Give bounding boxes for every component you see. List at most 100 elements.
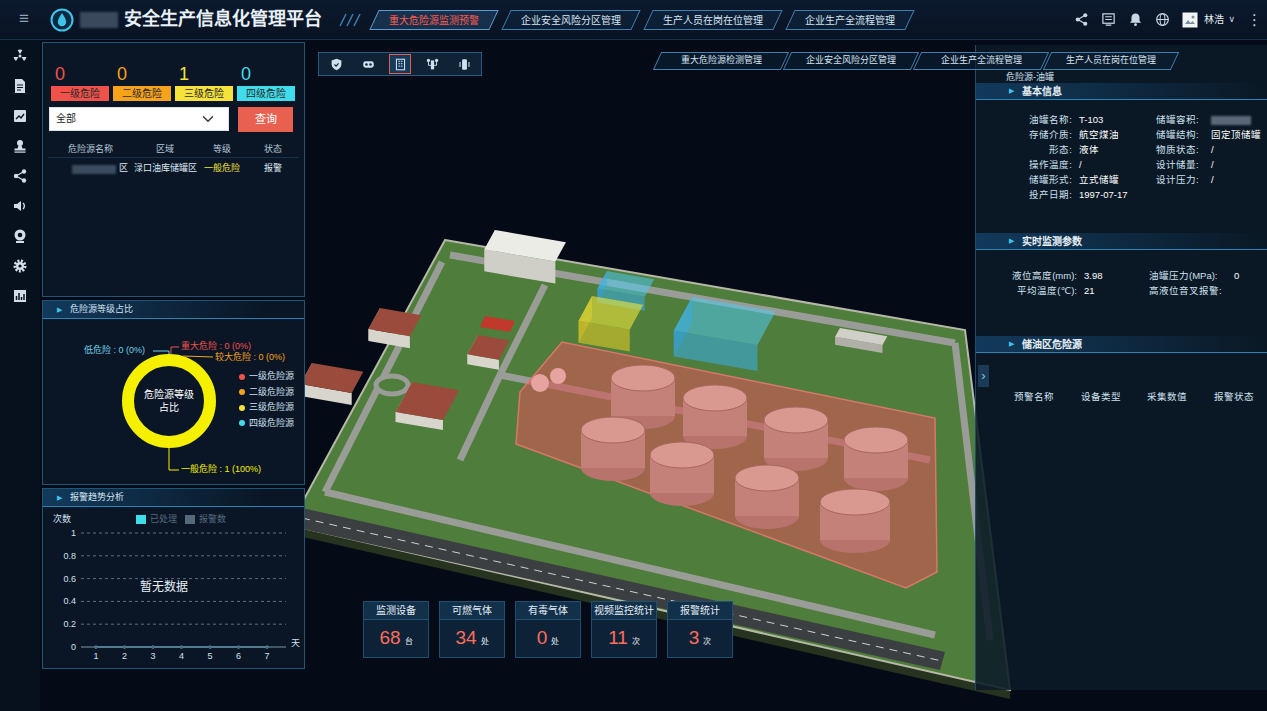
top-bar: ≡安全生产信息化管理平台重大危险源监测预警企业安全风险分区管理生产人员在岗在位管… [0,0,1267,40]
section-title: 实时监测参数 [1022,235,1082,248]
panel-header: ▶报警趋势分析 [43,489,304,507]
nav-tab[interactable]: 重大危险源监测预警 [369,10,498,30]
camera-icon[interactable] [362,58,375,71]
stat-value: 11 [608,627,628,648]
field-value: / [1211,159,1214,170]
field-value-cell: / [1208,157,1267,172]
radiation-icon[interactable] [12,48,28,64]
nav-tab-label[interactable]: 重大危险源监测预警 [389,13,479,26]
toolbar-button[interactable] [325,54,347,74]
stat-box: 有毒气体0处 [515,601,581,658]
bell-icon[interactable] [1128,12,1143,27]
field-label: 储罐结构: [1156,127,1208,142]
x-tick: 5 [202,650,218,662]
callout-line [153,351,169,354]
risk-count: 0一级危险 [51,63,109,101]
column-header: 预警名称 [1001,391,1068,403]
nav-tab-label[interactable]: 生产人员在岗在位管理 [663,13,763,26]
y-tick: 0.2 [43,618,76,630]
shield-icon[interactable] [330,58,343,71]
gear-icon[interactable] [12,258,28,274]
sub-tab[interactable]: 生产人员在岗在位管理 [1043,52,1179,70]
sub-tab-label[interactable]: 重大危险源检测管理 [681,55,762,67]
field-label: 存储介质: [976,127,1076,142]
donut-segment [128,360,210,442]
section-marker: ▶ [57,493,62,502]
y-axis-label: 次数 [53,513,71,525]
legend-item[interactable]: 三级危险源 [239,402,294,413]
field-value-cell: T-103 [1076,112,1156,127]
sub-tab-label[interactable]: 企业安全风险分区管理 [806,55,896,67]
user-menu-caret[interactable]: ∨ [1228,14,1235,26]
risk-table-row[interactable]: 区渌口油库储罐区一般危险报警 [48,158,299,180]
risk-count-number: 0 [51,63,109,85]
more-menu[interactable]: ⋮ [1247,10,1261,30]
section-marker: ▶ [1009,339,1014,348]
sub-tab[interactable]: 企业安全风险分区管理 [783,52,919,70]
building-icon[interactable] [394,58,407,71]
field-value [1231,283,1267,298]
nav-tab[interactable]: 企业安全风险分区管理 [501,10,640,30]
sub-tab[interactable]: 重大危险源检测管理 [653,52,789,70]
sub-tab[interactable]: 企业生产全流程管理 [913,52,1049,70]
nav-tab-label[interactable]: 企业安全风险分区管理 [521,13,621,26]
nav-tab[interactable]: 生产人员在岗在位管理 [643,10,782,30]
field-value-cell: / [1076,157,1156,172]
sub-tab-label[interactable]: 生产人员在岗在位管理 [1066,55,1156,67]
webcam-icon[interactable] [12,228,28,244]
hazard-section: ▶储油区危险源预警名称设备类型采集数值报警状态 [976,336,1267,403]
column-header: 区域 [132,144,198,156]
document-icon[interactable] [12,78,28,94]
share-icon[interactable] [12,168,28,184]
legend-item[interactable]: 四级危险源 [239,418,294,429]
stat-box: 可燃气体34处 [439,601,505,658]
field-value-cell: 1997-07-17 [1076,187,1156,202]
stat-value-area: 34处 [439,620,505,658]
field-value: 1997-07-17 [1079,189,1128,200]
legend-item[interactable]: 报警数 [185,514,226,526]
field-value-cell: 固定顶储罐 [1208,127,1267,142]
toolbar-button[interactable] [453,54,475,74]
field-value-cell: 航空煤油 [1076,127,1156,142]
query-button[interactable]: 查询 [238,107,293,132]
avatar-icon[interactable] [1182,12,1198,28]
data-point [180,646,183,649]
series-line [96,646,267,648]
callout-label: 重大危险 : 0 (0%) [181,341,251,352]
share-icon[interactable] [1074,12,1089,27]
window-icon[interactable] [1101,12,1116,27]
data-point [152,646,155,649]
report-icon[interactable] [12,288,28,304]
collapse-handle[interactable]: › [978,365,989,387]
toolbar-button[interactable] [389,54,411,74]
legend-label: 四级危险源 [249,418,294,429]
title-redacted-block [80,12,118,28]
stat-unit: 次 [703,637,711,646]
chart-icon[interactable] [12,108,28,124]
globe-icon[interactable] [1155,12,1170,27]
grid-line [81,533,286,534]
nav-tab[interactable]: 企业生产全流程管理 [785,10,914,30]
legend-dot [239,420,245,426]
level-select[interactable]: 全部 [49,107,229,131]
y-tick: 1 [43,527,76,539]
network-icon[interactable] [426,58,439,71]
sub-tab-label[interactable]: 企业生产全流程管理 [941,55,1022,67]
y-tick: 0.6 [43,573,76,585]
toolbar-button[interactable] [421,54,443,74]
speaker-icon[interactable] [12,198,28,214]
nav-tab-label[interactable]: 企业生产全流程管理 [805,13,895,26]
menu-button[interactable]: ≡ [12,8,36,30]
legend-item[interactable]: 二级危险源 [239,387,294,398]
hazard-table-header: 预警名称设备类型采集数值报警状态 [976,353,1267,403]
panel-header: ▶危险源等级占比 [43,301,304,319]
user-name[interactable]: 林浩 [1204,13,1224,26]
legend-item[interactable]: 已处理 [136,514,177,526]
sensor-icon[interactable] [458,58,471,71]
toolbar-button[interactable] [357,54,379,74]
field-value: / [1211,144,1214,155]
legend-item[interactable]: 一级危险源 [239,371,294,382]
table-cell: 渌口油库储罐区 [132,163,198,175]
stamp-icon[interactable] [12,138,28,154]
section-marker: ▶ [1009,236,1014,245]
